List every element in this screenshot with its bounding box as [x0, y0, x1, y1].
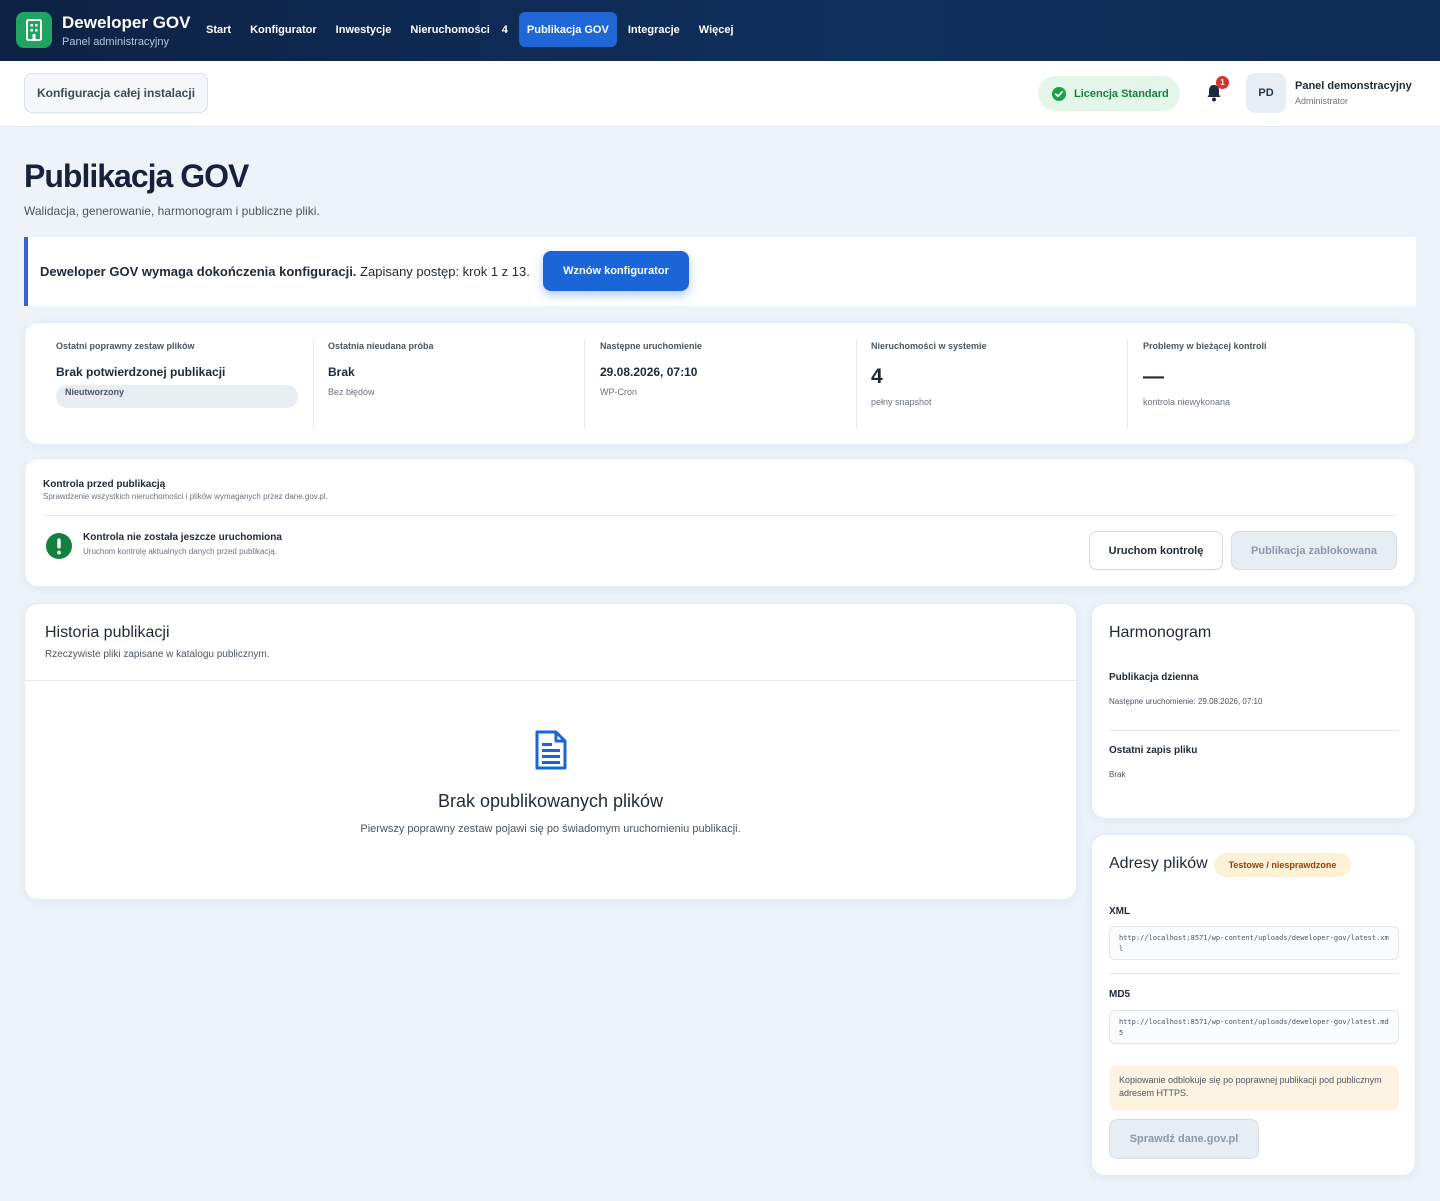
- divider: [313, 339, 314, 429]
- last-file-write-value: Brak: [1109, 770, 1126, 779]
- divider: [25, 680, 1076, 681]
- page-subtitle: Walidacja, generowanie, harmonogram i pu…: [24, 204, 320, 218]
- status-badge: Testowe / niesprawdzone: [1214, 853, 1351, 877]
- stat-label: Nieruchomości w systemie: [871, 341, 987, 351]
- nav-item-label: Nieruchomości: [410, 23, 490, 36]
- check-status-note: Uruchom kontrolę aktualnych danych przed…: [83, 547, 277, 556]
- stat-next-run: Następne uruchomienie 29.08.2026, 07:10 …: [600, 339, 850, 429]
- schedule-card: Harmonogram Publikacja dzienna Następne …: [1091, 603, 1416, 819]
- copy-notice: Kopiowanie odblokuje się po poprawnej pu…: [1109, 1066, 1399, 1110]
- xml-label: XML: [1109, 906, 1131, 917]
- section-title: Adresy plików: [1109, 855, 1208, 872]
- section-subtitle: Sprawdzenie wszystkich nieruchomości i p…: [43, 492, 328, 501]
- section-title: Harmonogram: [1109, 624, 1212, 641]
- last-file-write-label: Ostatni zapis pliku: [1109, 745, 1198, 756]
- exclamation-circle-icon: [46, 533, 72, 559]
- file-addresses-card: Adresy plików Testowe / niesprawdzone XM…: [1091, 834, 1416, 1176]
- main-nav: Start Konfigurator Inwestycje Nieruchomo…: [198, 12, 745, 47]
- top-navigation-bar: Deweloper GOV Panel administracyjny Star…: [0, 0, 1440, 61]
- stat-label: Ostatnia nieudana próba: [328, 341, 434, 351]
- stat-value: 29.08.2026, 07:10: [600, 365, 698, 379]
- run-check-button[interactable]: Uruchom kontrolę: [1089, 531, 1223, 570]
- alert-bold-text: Deweloper GOV wymaga dokończenia konfigu…: [40, 264, 357, 279]
- nav-item-inwestycje[interactable]: Inwestycje: [328, 12, 400, 47]
- configuration-alert: Deweloper GOV wymaga dokończenia konfigu…: [24, 237, 1416, 306]
- building-icon: [26, 19, 42, 41]
- md5-url-field[interactable]: http://localhost:8571/wp-content/uploads…: [1109, 1010, 1399, 1044]
- stat-note: Bez błędów: [328, 387, 375, 397]
- md5-label: MD5: [1109, 989, 1131, 1000]
- status-badge: Nieutworzony: [56, 385, 298, 408]
- app-title: Deweloper GOV: [62, 13, 191, 32]
- divider: [1109, 730, 1399, 731]
- divider: [43, 515, 1397, 516]
- notification-count-badge: 1: [1216, 76, 1229, 89]
- brand: Deweloper GOV Panel administracyjny: [62, 13, 190, 48]
- check-status: Kontrola nie została jeszcze uruchomiona: [83, 532, 282, 543]
- license-label: Licencja Standard: [1074, 87, 1169, 100]
- stat-label: Ostatni poprawny zestaw plików: [56, 341, 195, 351]
- section-subtitle: Rzeczywiste pliki zapisane w katalogu pu…: [45, 649, 270, 660]
- nav-item-nieruchomosci[interactable]: Nieruchomości 4: [402, 12, 516, 47]
- stat-properties-count: Nieruchomości w systemie 4 pełny snapsho…: [871, 339, 1121, 429]
- stat-value: Brak potwierdzonej publikacji: [56, 365, 226, 379]
- install-config-button[interactable]: Konfiguracja całej instalacji: [24, 73, 208, 113]
- stat-value: Brak: [328, 365, 355, 379]
- nav-item-start[interactable]: Start: [198, 12, 239, 47]
- nav-item-wiecej[interactable]: Więcej: [691, 12, 742, 47]
- secondary-bar: Konfiguracja całej instalacji Licencja S…: [0, 61, 1440, 127]
- license-badge: Licencja Standard: [1038, 76, 1180, 111]
- pre-publication-check-card: Kontrola przed publikacją Sprawdzenie ws…: [24, 458, 1416, 587]
- divider: [584, 339, 585, 429]
- publication-blocked-button[interactable]: Publikacja zablokowana: [1231, 531, 1397, 570]
- stat-note: WP-Cron: [600, 387, 638, 397]
- user-role: Administrator: [1295, 96, 1349, 106]
- check-dane-gov-button[interactable]: Sprawdź dane.gov.pl: [1109, 1119, 1259, 1159]
- check-circle-icon: [1052, 86, 1066, 101]
- divider: [856, 339, 857, 429]
- stat-label: Następne uruchomienie: [600, 341, 703, 351]
- section-title: Kontrola przed publikacją: [43, 479, 166, 490]
- alert-message: Deweloper GOV wymaga dokończenia konfigu…: [40, 264, 530, 279]
- daily-publication-label: Publikacja dzienna: [1109, 672, 1199, 683]
- nav-item-publikacja-gov[interactable]: Publikacja GOV: [518, 12, 617, 47]
- document-icon: [535, 730, 567, 770]
- nav-item-konfigurator[interactable]: Konfigurator: [242, 12, 325, 47]
- nav-count-badge: 4: [501, 23, 508, 36]
- empty-state-title: Brak opublikowanych plików: [437, 791, 664, 811]
- app-logo-icon[interactable]: [16, 12, 52, 48]
- stat-label: Problemy w bieżącej kontroli: [1143, 341, 1267, 351]
- publication-stats-card: Ostatni poprawny zestaw plików Brak potw…: [24, 322, 1416, 445]
- stat-note: pełny snapshot: [871, 397, 932, 407]
- alert-progress-text: Zapisany postęp: krok 1 z 13.: [360, 264, 530, 279]
- divider: [1109, 973, 1399, 974]
- daily-publication-note: Następne uruchomienie: 29.08.2026, 07:10: [1109, 697, 1263, 706]
- stat-value: —: [1143, 365, 1164, 388]
- stat-current-problems: Problemy w bieżącej kontroli — kontrola …: [1143, 339, 1393, 429]
- resume-configurator-button[interactable]: Wznów konfigurator: [543, 251, 689, 291]
- stat-last-failed-attempt: Ostatnia nieudana próba Brak Bez błędów: [328, 339, 578, 429]
- stat-last-valid-set: Ostatni poprawny zestaw plików Brak potw…: [56, 339, 306, 429]
- publication-history-card: Historia publikacji Rzeczywiste pliki za…: [24, 603, 1077, 900]
- stat-value: 4: [871, 365, 883, 388]
- app-subtitle: Panel administracyjny: [62, 36, 169, 48]
- section-title: Historia publikacji: [45, 624, 170, 641]
- stat-note: kontrola niewykonana: [1143, 397, 1231, 407]
- page-title: Publikacja GOV: [24, 158, 249, 194]
- avatar[interactable]: PD: [1246, 73, 1286, 113]
- empty-state-subtitle: Pierwszy poprawny zestaw pojawi się po ś…: [360, 823, 741, 835]
- divider: [1127, 339, 1128, 429]
- xml-url-field[interactable]: http://localhost:8571/wp-content/uploads…: [1109, 926, 1399, 960]
- nav-item-integracje[interactable]: Integracje: [620, 12, 688, 47]
- user-name: Panel demonstracyjny: [1295, 80, 1412, 92]
